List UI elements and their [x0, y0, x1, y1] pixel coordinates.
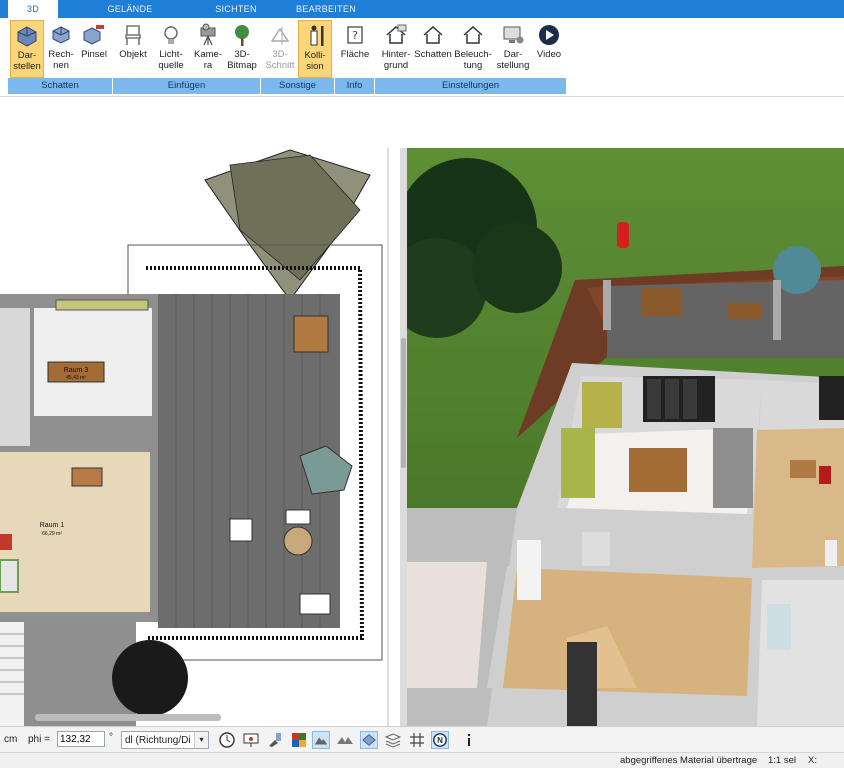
palette-icon[interactable] — [290, 731, 308, 749]
objekt-label: Objekt — [119, 49, 147, 60]
cube-render-icon — [17, 26, 37, 47]
brush-icon[interactable] — [266, 731, 284, 749]
clock-icon[interactable] — [218, 731, 236, 749]
beleuchtung-button[interactable]: Beleuch- tung — [454, 20, 492, 78]
kollision-button[interactable]: Kolli- sion — [298, 20, 332, 78]
group-schatten: Schatten — [8, 78, 113, 94]
lichtquelle-label: Licht- quelle — [158, 49, 184, 71]
tree-icon — [235, 25, 249, 46]
phi-input[interactable] — [57, 731, 105, 747]
red-car-icon — [617, 222, 629, 248]
play-circle-icon — [539, 25, 559, 45]
monitor-settings-icon — [503, 26, 524, 44]
rechnen-button[interactable]: Rech- nen — [45, 20, 77, 78]
pinsel-label: Pinsel — [81, 49, 107, 60]
bitmap-button[interactable]: 3D- Bitmap — [226, 20, 258, 78]
layer-diamond-icon[interactable] — [360, 731, 378, 749]
plan-horizontal-scrollbar[interactable] — [35, 714, 221, 721]
unit-label: cm — [4, 734, 18, 745]
splitter-handle[interactable] — [401, 338, 406, 468]
darstellen-button[interactable]: Dar- stellen — [10, 20, 44, 78]
svg-text:?: ? — [352, 29, 358, 42]
schatten-label: Schatten — [414, 49, 452, 60]
person-collision-icon — [310, 25, 324, 46]
info-icon[interactable] — [460, 731, 478, 749]
flaeche-button[interactable]: ? Fläche — [338, 20, 372, 78]
lightbulb-icon — [164, 26, 178, 44]
group-info: Info — [335, 78, 375, 94]
area-info-icon: ? — [347, 26, 363, 44]
tab-gelaende[interactable]: GELÄNDE — [90, 0, 170, 18]
kamera-button[interactable]: Kame- ra — [192, 20, 224, 78]
presentation-icon[interactable] — [242, 731, 260, 749]
ribbon: Dar- stellen Rech- nen Pinsel Objekt Lic… — [0, 18, 844, 97]
flaeche-label: Fläche — [340, 49, 370, 60]
phi-label: phi = — [28, 734, 50, 745]
video-button[interactable]: Video — [534, 20, 564, 78]
north-icon[interactable]: N — [431, 731, 449, 749]
kollision-label: Kolli- sion — [304, 50, 326, 72]
floor-plan-view[interactable]: Raum 3 45,43 m² Raum 1 66,29 m² — [0, 148, 402, 726]
hintergrund-label: Hinter- grund — [381, 49, 411, 71]
darstellen-label: Dar- stellen — [13, 50, 41, 72]
status-coord-x: X: — [808, 755, 817, 766]
tab-sichten[interactable]: SICHTEN — [196, 0, 276, 18]
darstellung-label: Dar- stellung — [496, 49, 530, 71]
room1-area: 66,29 m² — [42, 531, 62, 537]
status-message: abgegriffenes Material übertrage — [620, 755, 758, 766]
camera-icon — [200, 23, 216, 46]
house-background-icon — [386, 24, 407, 44]
section-icon — [270, 27, 290, 45]
group-einfuegen: Einfügen — [113, 78, 261, 94]
schnitt-label: 3D- Schnitt — [265, 49, 295, 71]
direction-select-value: dl (Richtung/Di — [125, 735, 191, 746]
lichtquelle-button[interactable]: Licht- quelle — [152, 20, 190, 78]
direction-select[interactable]: dl (Richtung/Di ▾ — [121, 731, 209, 749]
status-bar: abgegriffenes Material übertrage 1:1 sel… — [0, 752, 844, 768]
house-shadow-icon — [423, 25, 443, 44]
status-scale: 1:1 sel — [768, 755, 796, 766]
3d-canvas — [407, 148, 844, 726]
darstellung-button[interactable]: Dar- stellung — [494, 20, 532, 78]
view-splitter[interactable] — [400, 148, 407, 726]
room1-name: Raum 1 — [40, 522, 65, 529]
chevron-down-icon: ▾ — [194, 732, 208, 748]
group-sonstige: Sonstige — [261, 78, 335, 94]
svg-text:N: N — [437, 736, 443, 745]
hintergrund-button[interactable]: Hinter- grund — [378, 20, 414, 78]
video-label: Video — [536, 49, 562, 60]
pinsel-button[interactable]: Pinsel — [78, 20, 110, 78]
mountain-view-icon[interactable] — [312, 731, 330, 749]
schatten-button[interactable]: Schatten — [414, 20, 452, 78]
layers-icon[interactable] — [384, 731, 402, 749]
group-einstellungen: Einstellungen — [375, 78, 567, 94]
bottom-toolbar: cm phi = ° dl (Richtung/Di ▾ N — [0, 726, 844, 753]
brush-cube-icon — [83, 25, 104, 45]
ribbon-tab-strip: 3D GELÄNDE SICHTEN BEARBEITEN — [0, 0, 844, 18]
grid-icon[interactable] — [408, 731, 426, 749]
objekt-button[interactable]: Objekt — [116, 20, 150, 78]
room3-name: Raum 3 — [64, 367, 89, 374]
kamera-label: Kame- ra — [194, 49, 222, 71]
house-light-icon — [463, 25, 483, 44]
tab-bearbeiten[interactable]: BEARBEITEN — [286, 0, 366, 18]
rechnen-label: Rech- nen — [48, 49, 74, 71]
3d-view[interactable] — [407, 148, 844, 726]
tab-3d[interactable]: 3D — [8, 0, 58, 18]
degree-label: ° — [109, 732, 113, 743]
3d-staircase — [567, 642, 597, 726]
floor-plan-canvas: Raum 3 45,43 m² Raum 1 66,29 m² — [0, 148, 389, 726]
chair-icon — [125, 25, 141, 45]
cube-compute-icon — [52, 26, 70, 44]
schnitt-button[interactable]: 3D- Schnitt — [264, 20, 296, 78]
bitmap-label: 3D- Bitmap — [227, 49, 257, 71]
double-mountain-icon[interactable] — [336, 731, 354, 749]
room3-area: 45,43 m² — [66, 375, 86, 381]
beleuchtung-label: Beleuch- tung — [454, 49, 492, 71]
